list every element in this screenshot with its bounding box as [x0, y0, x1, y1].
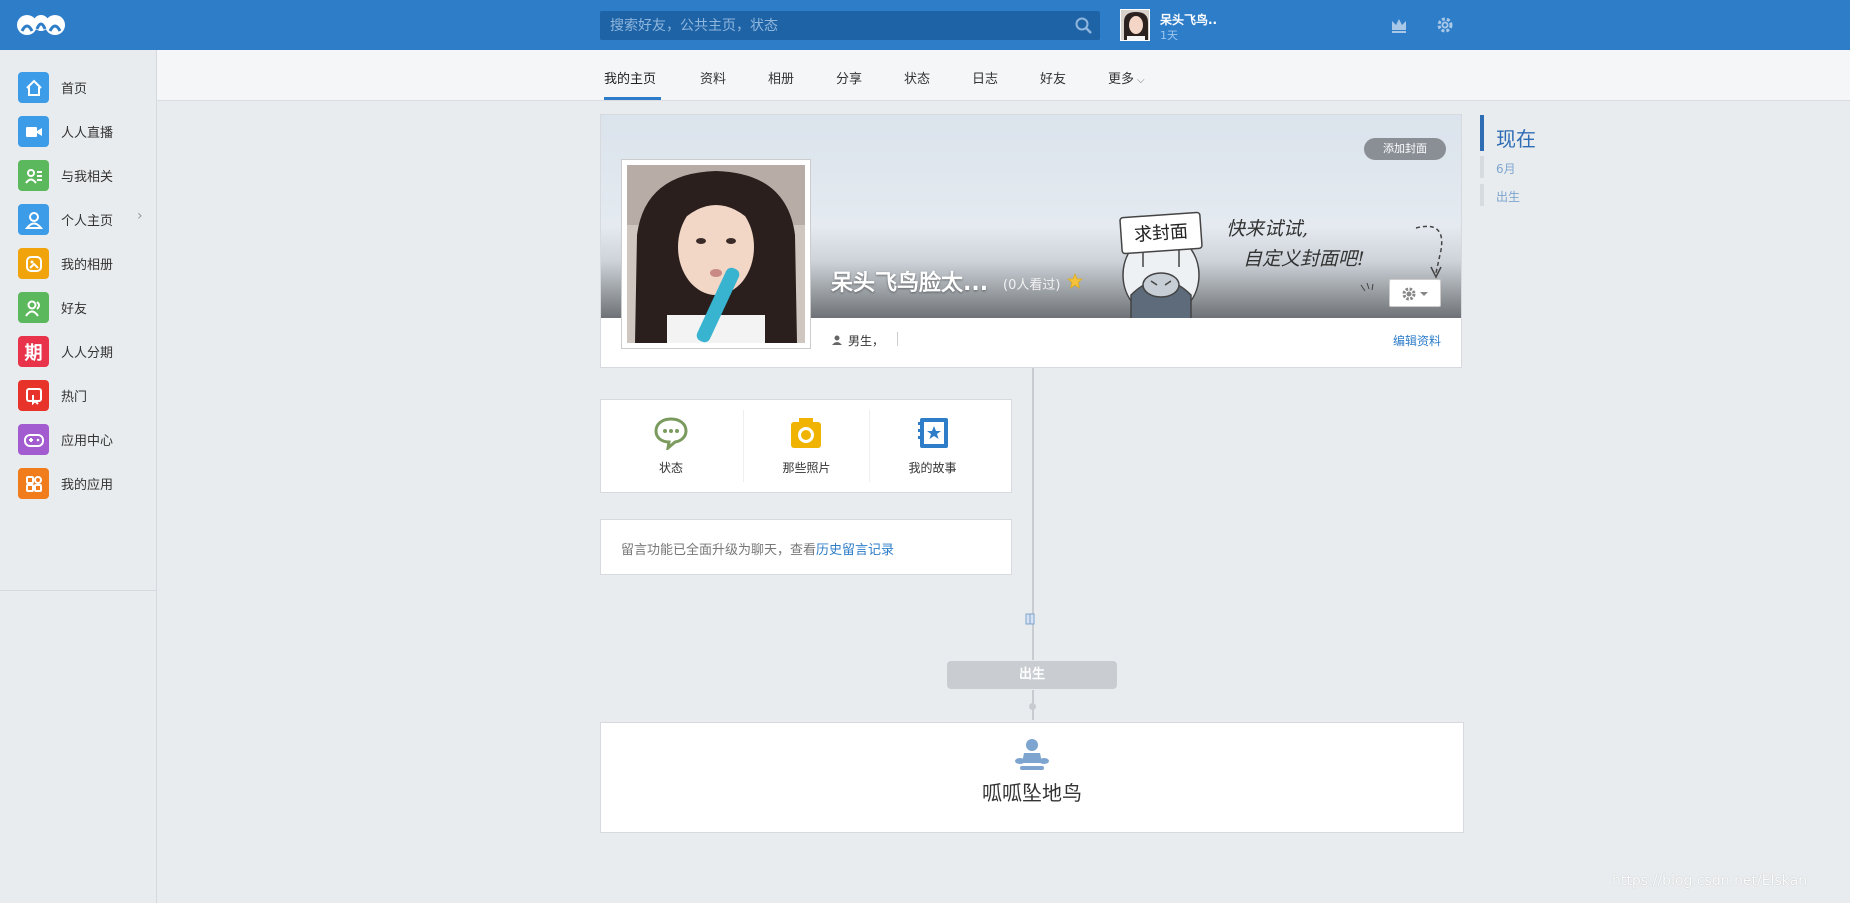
sidebar-item-label: 我的相册 [61, 258, 114, 273]
sidebar-item-my-apps[interactable]: 我的应用 [0, 460, 156, 504]
renren-logo-icon[interactable] [16, 11, 66, 39]
profile-name[interactable]: 呆头飞鸟脸太... [831, 265, 988, 297]
timeline-nav-bar [1480, 156, 1484, 178]
tab-status[interactable]: 状态 [904, 68, 930, 87]
sidebar-item-label: 与我相关 [61, 170, 114, 185]
sidebar-item-label: 人人分期 [61, 346, 114, 361]
tab-share[interactable]: 分享 [836, 68, 862, 87]
message-notice-text: 留言功能已全面升级为聊天，查看 [621, 543, 817, 558]
cover-sign-text: 求封面 [1133, 221, 1188, 246]
profile-gender: 男生， [848, 334, 885, 348]
publish-status-label: 状态 [658, 461, 683, 475]
search-icon[interactable] [1074, 16, 1094, 36]
birth-card: 呱呱坠地鸟 [600, 722, 1464, 833]
sidebar-item-profile[interactable]: 个人主页 › [0, 196, 156, 240]
publish-status-button[interactable]: 状态 [601, 400, 741, 492]
tab-my-home[interactable]: 我的主页 [604, 68, 656, 87]
story-icon [918, 418, 948, 448]
star-icon[interactable] [1067, 273, 1083, 289]
sidebar-item-live[interactable]: 人人直播 [0, 108, 156, 152]
search-box [600, 11, 1100, 40]
publish-photos-label: 那些照片 [782, 461, 831, 475]
watermark: https://blog.csdn.net/Elskan [1612, 873, 1808, 889]
tab-album[interactable]: 相册 [768, 68, 794, 87]
timeline-nav-month[interactable]: 6月 [1496, 160, 1516, 177]
apps-icon [18, 468, 49, 499]
album-icon [18, 248, 49, 279]
baby-icon [1015, 739, 1049, 770]
home-icon [18, 72, 49, 103]
birth-title: 呱呱坠地鸟 [982, 781, 1082, 805]
friends-icon [18, 292, 49, 323]
chevron-right-icon: › [137, 208, 143, 224]
tab-more[interactable]: 更多 ⌵ [1108, 68, 1145, 87]
cover-text-line2: 自定义封面吧! [1243, 248, 1365, 270]
profile-card: 添加封面 求封面 快来试试, 自定义封面吧! 呆头飞鸟脸太... (0人看过) [600, 114, 1462, 368]
profile-views: (0人看过) [1003, 278, 1061, 293]
sidebar-item-label: 人人直播 [61, 126, 114, 141]
video-icon [18, 116, 49, 147]
publish-photos-button[interactable]: 那些照片 [744, 400, 869, 492]
sidebar-item-label: 好友 [61, 302, 88, 317]
sidebar-item-label: 热门 [61, 390, 88, 405]
installment-icon: 期 [18, 336, 49, 367]
timeline-dot [1029, 703, 1036, 710]
timeline-nav-bar [1480, 184, 1484, 206]
sidebar-item-album[interactable]: 我的相册 [0, 240, 156, 284]
user-online-time: 1天 [1160, 29, 1178, 42]
sidebar-item-friends[interactable]: 好友 [0, 284, 156, 328]
gear-icon [1402, 287, 1428, 301]
tab-friends[interactable]: 好友 [1040, 68, 1066, 87]
sidebar-item-related[interactable]: 与我相关 [0, 152, 156, 196]
sidebar-item-label: 我的应用 [61, 478, 114, 493]
crown-icon[interactable] [1390, 16, 1408, 34]
message-notice: 留言功能已全面升级为聊天，查看历史留言记录 [621, 539, 894, 558]
tab-info[interactable]: 资料 [700, 68, 726, 87]
sidebar-item-app-center[interactable]: 应用中心 [0, 416, 156, 460]
info-divider [897, 332, 898, 346]
edit-profile-link[interactable]: 编辑资料 [1393, 332, 1441, 349]
cover-settings-button[interactable] [1389, 279, 1441, 307]
sidebar-item-installment[interactable]: 期 人人分期 [0, 328, 156, 372]
search-input[interactable] [600, 11, 1060, 40]
user-name[interactable]: 呆头飞鸟.. [1160, 11, 1217, 28]
gamepad-icon [18, 424, 49, 455]
timeline-nav-now[interactable]: 现在 [1496, 123, 1536, 152]
tab-more-label: 更多 [1108, 72, 1135, 87]
person-icon [18, 204, 49, 235]
history-message-link[interactable]: 历史留言记录 [816, 543, 894, 558]
avatar-photo [627, 165, 805, 343]
cover-text-line1: 快来试试, [1226, 218, 1308, 240]
tab-blog[interactable]: 日志 [972, 68, 998, 87]
sidebar-item-hot[interactable]: 热门 [0, 372, 156, 416]
publish-card: 状态 那些照片 我的故事 [600, 399, 1012, 493]
left-sidebar: 首页 人人直播 与我相关 个人主页 › 我的相册 好友 期 人人分期 热门 应用… [0, 50, 157, 903]
top-bar: 呆头飞鸟.. 1天 [0, 0, 1850, 50]
active-tab-indicator [604, 97, 661, 100]
sidebar-item-label: 个人主页 [61, 214, 114, 229]
publish-story-label: 我的故事 [908, 461, 957, 475]
timeline-marker-icon[interactable] [1025, 613, 1035, 625]
add-cover-button[interactable]: 添加封面 [1364, 138, 1446, 160]
profile-avatar[interactable] [621, 159, 811, 349]
profile-subnav: 我的主页 资料 相册 分享 状态 日志 好友 更多 ⌵ [157, 50, 1850, 101]
publish-story-button[interactable]: 我的故事 [870, 400, 995, 492]
settings-gear-icon[interactable] [1436, 16, 1454, 34]
timeline-nav-birth[interactable]: 出生 [1496, 188, 1520, 205]
sidebar-item-label: 应用中心 [61, 434, 114, 449]
sidebar-item-label: 首页 [61, 82, 88, 97]
camera-icon [791, 418, 821, 448]
hot-icon [18, 380, 49, 411]
message-notice-card: 留言功能已全面升级为聊天，查看历史留言记录 [600, 519, 1012, 575]
chat-icon [654, 417, 688, 450]
chevron-down-icon: ⌵ [1137, 75, 1145, 86]
birth-button[interactable]: 出生 [947, 661, 1117, 689]
sidebar-item-home[interactable]: 首页 [0, 64, 156, 108]
user-avatar[interactable] [1120, 9, 1150, 41]
timeline-nav-active-bar [1480, 115, 1484, 151]
sidebar-divider [0, 590, 156, 591]
related-icon [18, 160, 49, 191]
gender-icon [832, 335, 842, 345]
